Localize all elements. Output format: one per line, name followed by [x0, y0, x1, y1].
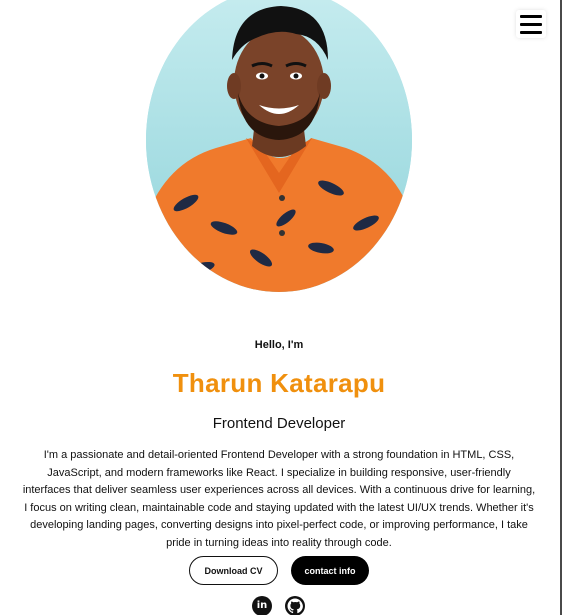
hamburger-menu-icon[interactable]: [516, 10, 546, 38]
hero-role: Frontend Developer: [212, 415, 346, 432]
linkedin-glyph: in: [256, 600, 268, 611]
portfolio-page: Hello, I'm Tharun Katarapu Frontend Deve…: [0, 0, 566, 615]
menu-line: [520, 22, 542, 26]
contact-info-button[interactable]: contact info: [291, 556, 369, 585]
github-icon[interactable]: [285, 596, 305, 615]
greeting-text: Hello, I'm: [254, 339, 304, 351]
scrollbar-edge: [560, 0, 562, 615]
linkedin-icon[interactable]: in: [252, 596, 272, 615]
hero-name: Tharun Katarapu: [172, 368, 386, 398]
github-glyph: [287, 598, 303, 614]
download-cv-button[interactable]: Download CV: [189, 556, 278, 585]
menu-line: [520, 14, 542, 18]
hero-bio: I'm a passionate and detail-oriented Fro…: [22, 449, 536, 549]
profile-photo: [146, 0, 412, 292]
menu-line: [520, 30, 542, 34]
